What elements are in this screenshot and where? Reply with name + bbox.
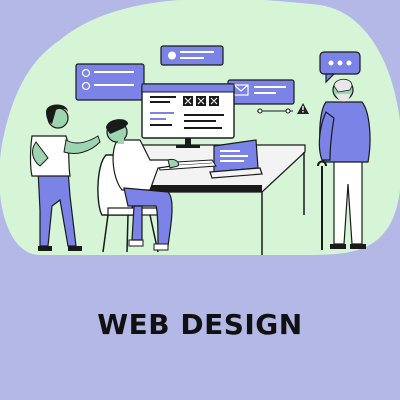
window-controls bbox=[183, 96, 219, 106]
tablet bbox=[209, 139, 263, 179]
page-title: WEB DESIGN bbox=[97, 308, 303, 341]
illustration-canvas: WEB DESIGN bbox=[0, 0, 400, 400]
floating-card-check bbox=[160, 45, 224, 66]
floating-card-left bbox=[75, 63, 145, 101]
floating-card-mail bbox=[227, 79, 295, 105]
monitor bbox=[141, 83, 235, 148]
check-icon bbox=[168, 51, 176, 60]
